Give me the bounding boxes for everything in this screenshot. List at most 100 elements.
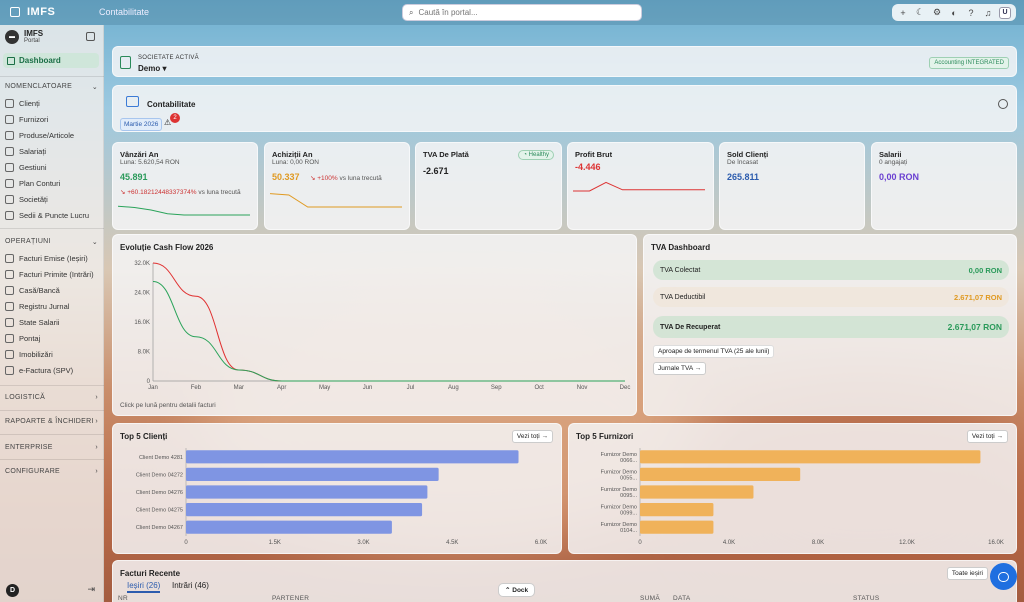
company-card: SOCIETATE ACTIVĂ Demo ▾ Accounting INTEG… [112, 46, 1017, 77]
section-nomenclatoare[interactable]: NOMENCLATOARE ⌄ [5, 83, 98, 91]
search-input[interactable] [418, 8, 619, 17]
tab-intrari[interactable]: Intrări (46) [172, 581, 209, 590]
category-label: Client Demo 04267 [136, 525, 183, 531]
kpi-profit[interactable]: Profit Brut -4.446 [567, 142, 714, 230]
see-all-invoices-button[interactable]: Toate ieșiri [946, 567, 988, 580]
tva-row-value: 2.671,07 RON [947, 322, 1002, 332]
category-label: Client Demo 4281 [139, 455, 183, 461]
sidebar-item-casa-banca[interactable]: Casă/Bancă [5, 286, 60, 295]
top-clients-chart[interactable]: 0 1.5K 3.0K 4.5K 6.0K Client Demo 4281 Client … [113, 442, 563, 552]
bar[interactable] [640, 503, 714, 517]
kpi-sparkline [270, 193, 402, 208]
notification-count: 2 [170, 113, 180, 123]
kpi-delta: ↘ +100% vs luna trecută [310, 175, 382, 182]
user-avatar[interactable]: D [6, 584, 19, 597]
kpi-vanzari[interactable]: Vânzări An Luna: 5.620,54 RON 45.891 ↘ +… [112, 142, 258, 230]
sidebar-item-clienti[interactable]: Clienți [5, 99, 40, 108]
sidebar-item-facturi-primite[interactable]: Facturi Primite (Intrări) [5, 270, 94, 279]
bar[interactable] [186, 467, 439, 481]
dock-button[interactable]: ⌃ Dock [498, 583, 536, 597]
bar[interactable] [186, 520, 392, 534]
sidebar-item-imobilizari[interactable]: Imobilizări [5, 350, 53, 359]
recent-invoices-card: Facturi Recente Ieșiri (26) Intrări (46)… [112, 560, 1017, 602]
clock-icon [5, 334, 14, 343]
search-icon: ⌕ [409, 7, 414, 17]
sparkline-line [118, 205, 250, 216]
sidebar-item-societati[interactable]: Societăți [5, 195, 48, 204]
sparkline-line [573, 181, 705, 192]
x-tick-label: Jun [363, 385, 373, 391]
location-icon [5, 211, 14, 220]
user-icon [5, 147, 14, 156]
status-badge: ◔ Healthy [518, 150, 554, 160]
kpi-sold-clienti[interactable]: Sold Clienți De încasat 265.811 [719, 142, 865, 230]
bar[interactable] [186, 503, 423, 517]
bar[interactable] [186, 485, 428, 499]
add-icon[interactable]: + [897, 7, 909, 19]
section-operatiuni[interactable]: OPERAȚIUNI ⌄ [5, 238, 98, 246]
section-enterprise[interactable]: ENTERPRISE › [5, 444, 98, 451]
palette-icon[interactable]: ◐ [948, 7, 960, 19]
sidebar-item-pontaj[interactable]: Pontaj [5, 334, 40, 343]
bar[interactable] [186, 450, 519, 464]
sidebar-item-efactura[interactable]: e-Factura (SPV) [5, 366, 73, 375]
bar[interactable] [640, 467, 801, 481]
divider [0, 228, 104, 229]
month-selector[interactable]: Martie 2026 [120, 118, 163, 131]
x-tick-label: Aug [448, 385, 459, 391]
theme-moon-icon[interactable]: ☾ [914, 7, 926, 19]
kpi-delta-value: +100% [317, 175, 338, 182]
section-configurare[interactable]: CONFIGURARE › [5, 468, 98, 475]
bar[interactable] [640, 450, 981, 464]
divider [0, 76, 104, 77]
search-box[interactable]: ⌕ [402, 4, 642, 21]
company-select[interactable]: Demo ▾ [138, 64, 166, 73]
logout-icon[interactable]: ⇥ [87, 584, 95, 595]
sidebar-item-gestiuni[interactable]: Gestiuni [5, 163, 47, 172]
sidebar-item-dashboard[interactable]: Dashboard [3, 53, 99, 68]
kpi-tva[interactable]: TVA De Plată ◔ Healthy -2.671 [415, 142, 562, 230]
x-tick-label: 0 [184, 540, 188, 546]
settings-icon[interactable]: ⚙ [931, 7, 943, 19]
sidebar-toggle-icon[interactable] [10, 7, 20, 17]
bar[interactable] [640, 485, 754, 499]
list-icon [5, 179, 14, 188]
kpi-achizitii[interactable]: Achiziții An Luna: 0,00 RON 50.337 ↘ +10… [264, 142, 410, 230]
kpi-salarii[interactable]: Salarii 0 angajați 0,00 RON [871, 142, 1017, 230]
refresh-icon[interactable] [998, 99, 1008, 109]
bar[interactable] [640, 520, 714, 534]
kpi-subtitle: Luna: 0,00 RON [272, 159, 319, 166]
series-line [152, 280, 625, 382]
x-tick-label: Dec [620, 385, 631, 391]
sidebar-item-furnizori[interactable]: Furnizori [5, 115, 48, 124]
jurnale-tva-button[interactable]: Jurnale TVA → [653, 362, 707, 375]
chevron-right-icon: › [95, 394, 98, 401]
sidebar-item-registru-jurnal[interactable]: Registru Jurnal [5, 302, 69, 311]
sidebar-item-salariati[interactable]: Salariați [5, 147, 46, 156]
tab-iesiri[interactable]: Ieșiri (26) [127, 581, 161, 593]
help-icon[interactable]: ? [965, 7, 977, 19]
building-icon [120, 56, 131, 69]
top-suppliers-chart[interactable]: 0 4.0K 8.0K 12.0K 16.0KFurnizor Demo0066...F… [569, 442, 1018, 552]
tva-row-label: TVA Colectat [660, 266, 701, 274]
column-header: NR [118, 595, 128, 602]
asset-icon [5, 350, 14, 359]
chart-title: Top 5 Clienți [120, 432, 168, 441]
sidebar-item-sedii[interactable]: Sedii & Puncte Lucru [5, 211, 89, 220]
sidebar-item-produse[interactable]: Produse/Articole [5, 131, 74, 140]
chevron-right-icon: › [95, 444, 98, 451]
section-logistica[interactable]: LOGISTICĂ › [5, 394, 98, 401]
chart-title: Evoluție Cash Flow 2026 [120, 243, 214, 252]
top-suppliers-card: Top 5 Furnizori Vezi toți → 0 4.0K 8.0K 12.… [568, 423, 1017, 554]
sidebar-item-facturi-emise[interactable]: Facturi Emise (Ieșiri) [5, 254, 88, 263]
sidebar: ▬ IMFS Portal Dashboard NOMENCLATOARE ⌄ C… [0, 25, 104, 602]
sidebar-item-state-salarii[interactable]: State Salarii [5, 318, 59, 327]
chat-button[interactable] [990, 563, 1017, 590]
avatar[interactable]: U [999, 6, 1011, 19]
bell-icon[interactable]: ♫ [982, 7, 994, 19]
collapse-sidebar-icon[interactable] [86, 32, 95, 41]
cashflow-chart[interactable]: 32.0K24.0K16.0K8.0K0Jan Feb Mar Apr May Jun Ju… [113, 253, 638, 413]
app-logo[interactable]: IMFS [27, 6, 55, 18]
sidebar-item-plan-conturi[interactable]: Plan Conturi [5, 179, 60, 188]
section-rapoarte[interactable]: RAPOARTE & ÎNCHIDERI › [5, 418, 98, 425]
